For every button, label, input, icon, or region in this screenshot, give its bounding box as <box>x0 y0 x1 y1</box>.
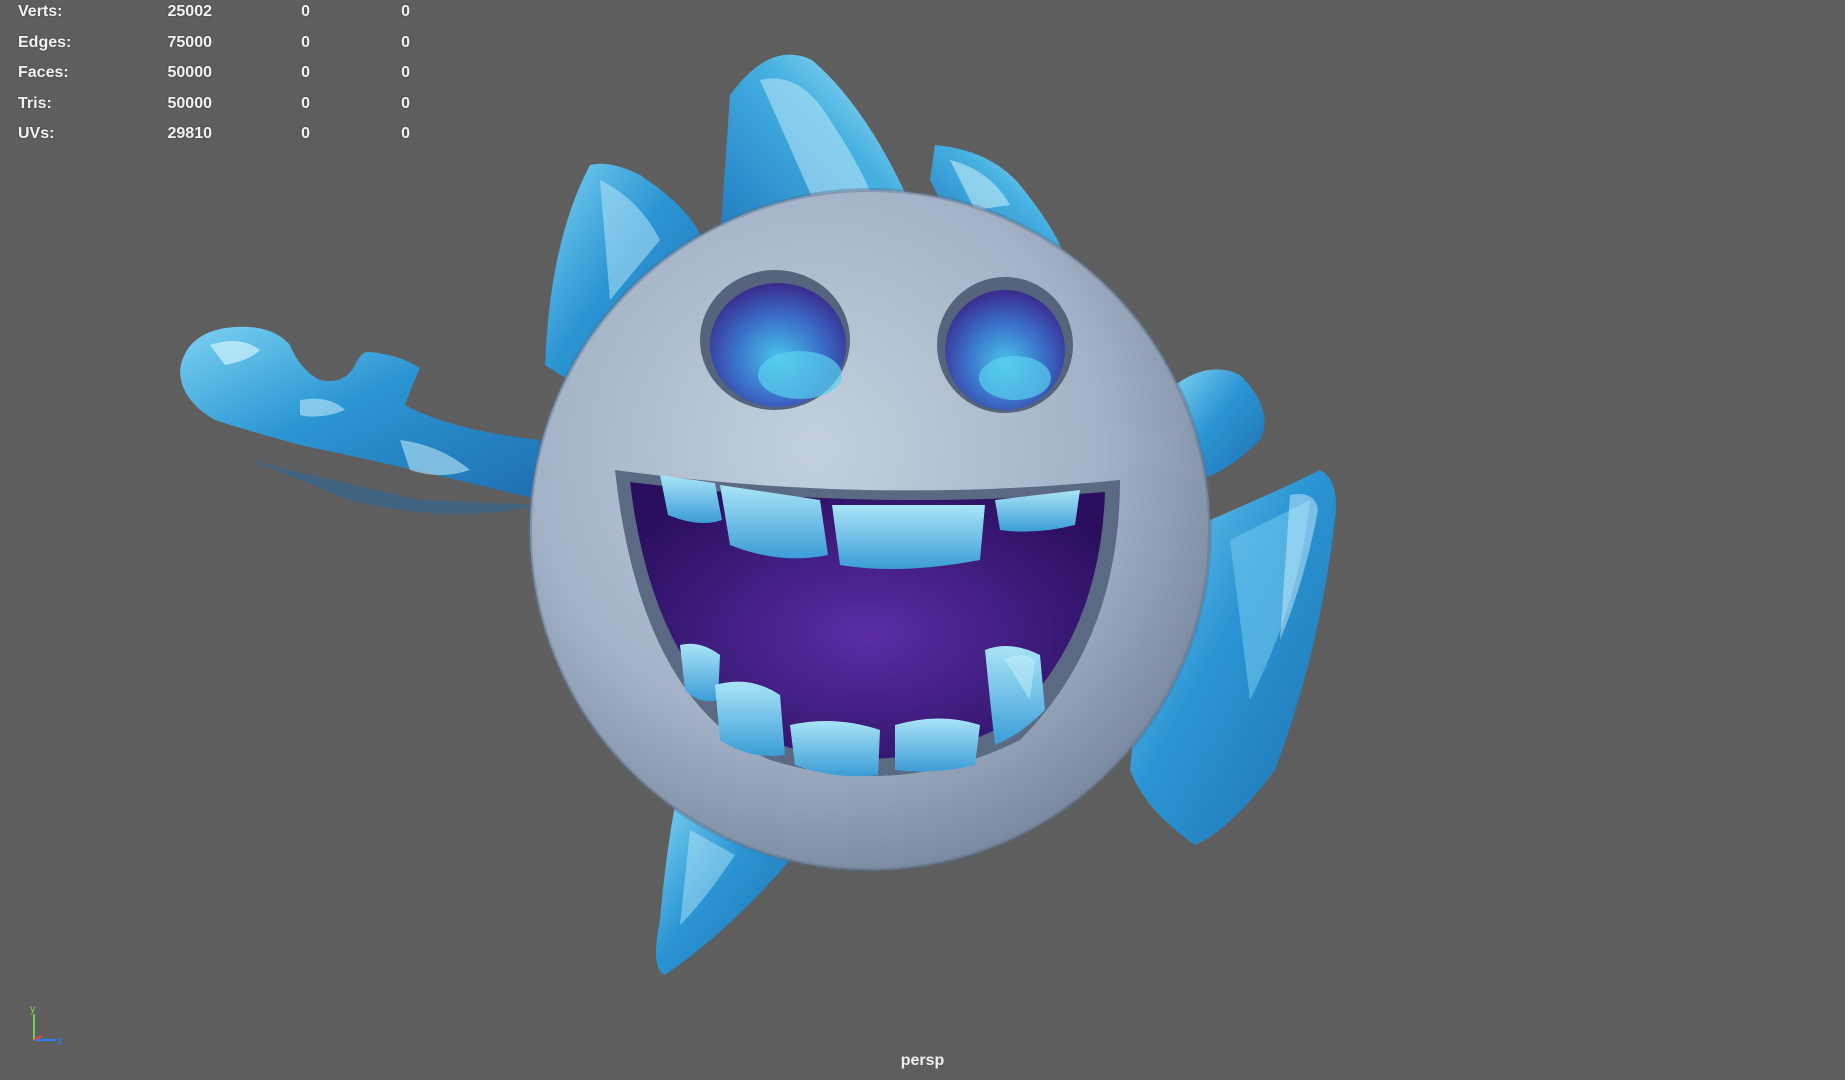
hud-value-selected: 0 <box>301 3 310 20</box>
hud-label: Edges: <box>18 33 72 51</box>
camera-name-label: persp <box>900 1052 945 1069</box>
axis-z-label: z <box>57 1035 63 1047</box>
hud-value-selected: 0 <box>301 33 310 51</box>
maya-perspective-viewport[interactable]: Verts: 25002 0 0 Edges: 75000 0 0 Faces:… <box>0 0 1845 1080</box>
hud-value-component: 0 <box>401 94 410 112</box>
hud-label: Faces: <box>18 64 69 81</box>
hud-value-object: 50000 <box>167 94 213 112</box>
hud-value-component: 0 <box>401 125 410 142</box>
hud-label: UVs: <box>18 125 55 142</box>
hud-value-component: 0 <box>401 3 410 20</box>
hud-value-selected: 0 <box>301 94 310 112</box>
hud-value-component: 0 <box>401 33 410 51</box>
hud-value-object: 29810 <box>167 125 213 142</box>
hud-label: Verts: <box>18 3 63 20</box>
hud-label: Tris: <box>18 94 52 112</box>
hud-value-selected: 0 <box>301 125 310 142</box>
hud-value-selected: 0 <box>301 64 310 81</box>
hud-value-object: 25002 <box>167 3 213 20</box>
hud-value-object: 75000 <box>167 33 213 51</box>
axis-y-label: y <box>30 1003 36 1015</box>
hud-value-object: 50000 <box>167 64 213 81</box>
character-model-render[interactable] <box>0 0 1845 1080</box>
eye-socket-right <box>937 277 1073 413</box>
hud-value-component: 0 <box>401 64 410 81</box>
ice-arm-left <box>180 326 540 514</box>
eye-socket-left <box>700 270 850 410</box>
view-axis-gizmo: y z <box>30 1003 63 1047</box>
